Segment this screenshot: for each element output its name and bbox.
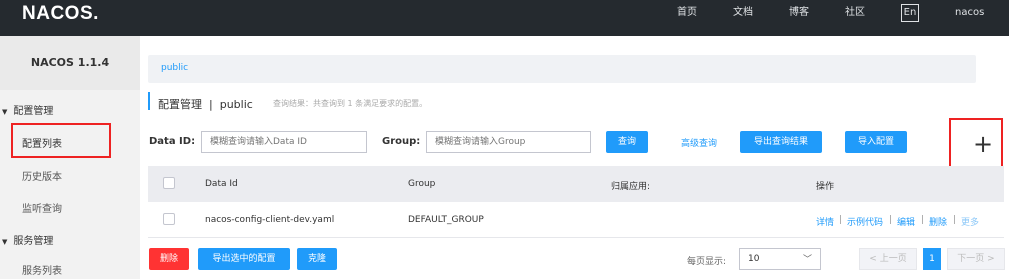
namespace-tab-public[interactable]: public [161, 63, 188, 73]
next-page-button[interactable]: 下一页 > [947, 248, 1005, 270]
clone-button[interactable]: 克隆 [297, 248, 337, 270]
sidebar-group-label: 服务管理 [13, 236, 54, 247]
nav-blog[interactable]: 博客 [789, 0, 809, 36]
plus-icon: + [973, 130, 994, 158]
chevron-down-icon: ﹀ [802, 255, 812, 265]
group-input[interactable] [426, 131, 591, 153]
sidebar-item-service-list[interactable]: 服务列表 [22, 262, 62, 277]
group-label: Group: [382, 136, 421, 147]
advanced-query-link[interactable]: 高级查询 [681, 136, 717, 149]
per-page-select[interactable]: 10 ﹀ [739, 248, 821, 270]
sidebar-item-listener[interactable]: 监听查询 [22, 200, 62, 215]
per-page-value: 10 [748, 254, 760, 264]
nav-home[interactable]: 首页 [677, 0, 697, 36]
sidebar-group-label: 配置管理 [13, 106, 54, 117]
caret-down-icon: ▼ [2, 108, 8, 116]
dataid-label: Data ID: [149, 136, 196, 147]
caret-down-icon: ▼ [2, 238, 8, 246]
sidebar-group-service[interactable]: ▼ 服务管理 [2, 232, 53, 247]
op-delete-link[interactable]: 删除 [929, 215, 947, 228]
sidebar-group-config[interactable]: ▼ 配置管理 [2, 102, 53, 117]
op-separator: | [839, 215, 843, 225]
nacos-logo[interactable]: NACOS. [22, 3, 99, 25]
op-more-link[interactable]: 更多 [961, 215, 979, 228]
language-toggle[interactable]: En [901, 4, 919, 22]
user-menu[interactable]: nacos [955, 0, 984, 36]
current-page-button[interactable]: 1 [923, 248, 941, 270]
page-title: 配置管理 | public [158, 98, 253, 111]
sidebar-active-highlight [11, 123, 111, 158]
version-label: NACOS 1.1.4 [0, 36, 140, 90]
op-separator: | [921, 215, 925, 225]
namespace-bar [148, 55, 976, 83]
nav-docs[interactable]: 文档 [733, 0, 753, 36]
cell-dataid: nacos-config-client-dev.yaml [205, 215, 335, 225]
column-header-group: Group [408, 179, 436, 189]
select-all-checkbox[interactable] [163, 177, 175, 189]
column-header-app: 归属应用: [611, 182, 651, 192]
column-header-dataid: Data Id [205, 179, 238, 189]
query-button[interactable]: 查询 [606, 131, 648, 153]
per-page-label: 每页显示: [687, 257, 727, 267]
import-config-button[interactable]: 导入配置 [845, 131, 907, 153]
prev-page-button[interactable]: < 上一页 [859, 248, 917, 270]
op-edit-link[interactable]: 编辑 [897, 215, 915, 228]
sidebar-item-history[interactable]: 历史版本 [22, 168, 62, 183]
op-detail-link[interactable]: 详情 [816, 215, 834, 228]
query-result-hint: 查询结果：共查询到 1 条满足要求的配置。 [273, 99, 428, 108]
export-query-button[interactable]: 导出查询结果 [740, 131, 822, 153]
export-selected-button[interactable]: 导出选中的配置 [198, 248, 290, 270]
nav-community[interactable]: 社区 [845, 0, 865, 36]
op-sample-code-link[interactable]: 示例代码 [847, 215, 883, 228]
title-accent-bar [148, 92, 150, 110]
cell-group: DEFAULT_GROUP [408, 215, 484, 225]
row-checkbox[interactable] [163, 213, 175, 225]
table-header [148, 166, 1004, 202]
column-header-actions: 操作 [816, 182, 835, 192]
op-separator: | [953, 215, 957, 225]
delete-button[interactable]: 删除 [149, 248, 189, 270]
op-separator: | [889, 215, 893, 225]
dataid-input[interactable] [201, 131, 367, 153]
